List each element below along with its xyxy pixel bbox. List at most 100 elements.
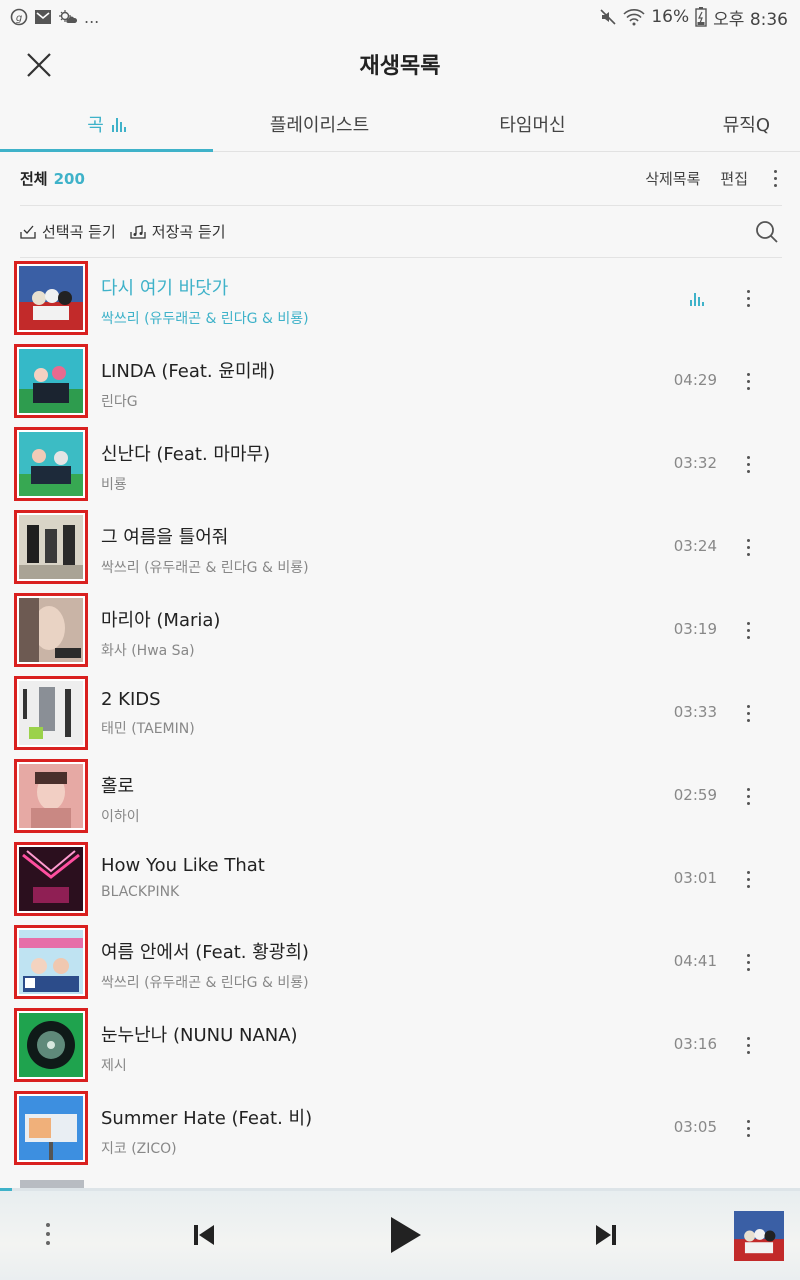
album-art-image (19, 681, 83, 745)
play-icon (391, 1217, 421, 1253)
status-bar: g ... 16% 오후 8:36 (0, 0, 800, 34)
song-more-button[interactable] (744, 290, 752, 307)
song-artist: 화사 (Hwa Sa) (101, 643, 195, 659)
weather-icon (59, 10, 78, 23)
mini-player (0, 1191, 800, 1280)
album-cover (14, 510, 88, 584)
song-duration: 04:41 (673, 952, 717, 970)
song-duration: 03:05 (673, 1118, 717, 1136)
total-label: 전체 (20, 170, 48, 188)
song-more-button[interactable] (744, 373, 752, 390)
play-saved-label: 저장곡 듣기 (151, 223, 226, 241)
song-title: 신난다 (Feat. 마마무) (101, 444, 271, 465)
album-cover (14, 261, 88, 335)
song-more-button[interactable] (744, 456, 752, 473)
play-button[interactable] (385, 1215, 425, 1259)
tab-label: 곡 (87, 114, 104, 136)
song-artist: 제시 (101, 1058, 127, 1074)
song-row[interactable]: 다시 여기 바닷가 싹쓰리 (유두래곤 & 린다G & 비룡) (0, 260, 800, 343)
song-row[interactable]: 눈누난나 (NUNU NANA) 제시 03:16 (0, 1007, 800, 1090)
status-right: 16% 오후 8:36 (599, 5, 788, 30)
play-selected-button[interactable]: 선택곡 듣기 (20, 221, 116, 242)
tab-bar: 곡 플레이리스트 타임머신 뮤직Q (0, 96, 800, 152)
more-options-button[interactable] (768, 170, 782, 187)
song-title: 홀로 (101, 776, 135, 797)
now-playing-cover[interactable] (734, 1211, 784, 1261)
song-row[interactable]: 그 여름을 틀어줘 싹쓰리 (유두래곤 & 린다G & 비룡) 03:24 (0, 509, 800, 592)
clock: 오후 8:36 (713, 9, 788, 30)
song-artist: 비룡 (101, 477, 127, 493)
g-icon: g (10, 8, 28, 26)
saved-music-icon (130, 224, 146, 239)
album-art-image (19, 930, 83, 994)
search-icon (756, 220, 778, 243)
song-title: 여름 안에서 (Feat. 황광희) (101, 942, 309, 963)
song-artist: 이하이 (101, 809, 140, 825)
song-duration: 03:24 (673, 537, 717, 555)
equalizer-icon (111, 116, 126, 132)
song-artist: 싹쓰리 (유두래곤 & 린다G & 비룡) (101, 975, 309, 991)
album-cover (14, 925, 88, 999)
svg-text:g: g (16, 13, 22, 24)
song-row[interactable]: LINDA (Feat. 윤미래) 린다G 04:29 (0, 343, 800, 426)
song-artist: 태민 (TAEMIN) (101, 721, 195, 737)
play-selected-label: 선택곡 듣기 (42, 223, 116, 241)
song-row[interactable]: 신난다 (Feat. 마마무) 비룡 03:32 (0, 426, 800, 509)
song-duration: 04:29 (673, 371, 717, 389)
song-list: 다시 여기 바닷가 싹쓰리 (유두래곤 & 린다G & 비룡) LINDA (F… (0, 260, 800, 1173)
status-left: g ... (10, 8, 99, 27)
tab-label: 플레이리스트 (269, 114, 370, 136)
album-art-image (19, 266, 83, 330)
edit-button[interactable]: 편집 (720, 168, 748, 189)
next-button[interactable] (592, 1221, 620, 1253)
song-title: 눈누난나 (NUNU NANA) (101, 1025, 298, 1046)
tab-music-q[interactable]: 뮤직Q (639, 96, 800, 151)
header: 재생목록 (0, 34, 800, 94)
player-more-button[interactable] (44, 1223, 52, 1245)
tab-time-machine[interactable]: 타임머신 (426, 96, 639, 151)
album-cover (14, 676, 88, 750)
tab-label: 뮤직Q (722, 114, 770, 136)
tab-songs[interactable]: 곡 (0, 96, 213, 152)
song-title: How You Like That (101, 855, 265, 876)
album-art-image (19, 349, 83, 413)
search-button[interactable] (752, 217, 782, 247)
summary-actions: 삭제목록 편집 (645, 168, 782, 189)
album-art-image (19, 515, 83, 579)
close-button[interactable] (22, 48, 56, 82)
song-row[interactable]: Summer Hate (Feat. 비) 지코 (ZICO) 03:05 (0, 1090, 800, 1173)
song-row[interactable]: 마리아 (Maria) 화사 (Hwa Sa) 03:19 (0, 592, 800, 675)
play-saved-button[interactable]: 저장곡 듣기 (130, 221, 226, 242)
skip-next-icon (596, 1225, 616, 1245)
song-duration: 03:16 (673, 1035, 717, 1053)
song-title: 그 여름을 틀어줘 (101, 527, 229, 548)
song-title: 다시 여기 바닷가 (101, 278, 229, 299)
deleted-list-button[interactable]: 삭제목록 (645, 168, 700, 189)
song-row[interactable]: 2 KIDS 태민 (TAEMIN) 03:33 (0, 675, 800, 758)
previous-button[interactable] (190, 1221, 218, 1253)
album-art-image (19, 1096, 83, 1160)
song-more-button[interactable] (744, 954, 752, 971)
album-art-image (19, 598, 83, 662)
album-cover (14, 593, 88, 667)
battery-icon (695, 7, 707, 27)
song-more-button[interactable] (744, 788, 752, 805)
tab-label: 타임머신 (499, 114, 566, 136)
album-cover (14, 344, 88, 418)
now-playing-art (734, 1211, 784, 1261)
album-cover (14, 842, 88, 916)
song-artist: 싹쓰리 (유두래곤 & 린다G & 비룡) (101, 560, 309, 576)
song-row[interactable]: 홀로 이하이 02:59 (0, 758, 800, 841)
song-more-button[interactable] (744, 705, 752, 722)
song-more-button[interactable] (744, 1120, 752, 1137)
list-summary: 전체 200 삭제목록 편집 (20, 152, 782, 206)
tab-playlist[interactable]: 플레이리스트 (213, 96, 426, 151)
status-more-text: ... (84, 7, 100, 27)
song-more-button[interactable] (744, 622, 752, 639)
song-more-button[interactable] (744, 871, 752, 888)
song-row[interactable]: How You Like That BLACKPINK 03:01 (0, 841, 800, 924)
song-row[interactable]: 여름 안에서 (Feat. 황광희) 싹쓰리 (유두래곤 & 린다G & 비룡)… (0, 924, 800, 1007)
song-more-button[interactable] (744, 1037, 752, 1054)
total-count: 200 (53, 169, 85, 188)
song-more-button[interactable] (744, 539, 752, 556)
